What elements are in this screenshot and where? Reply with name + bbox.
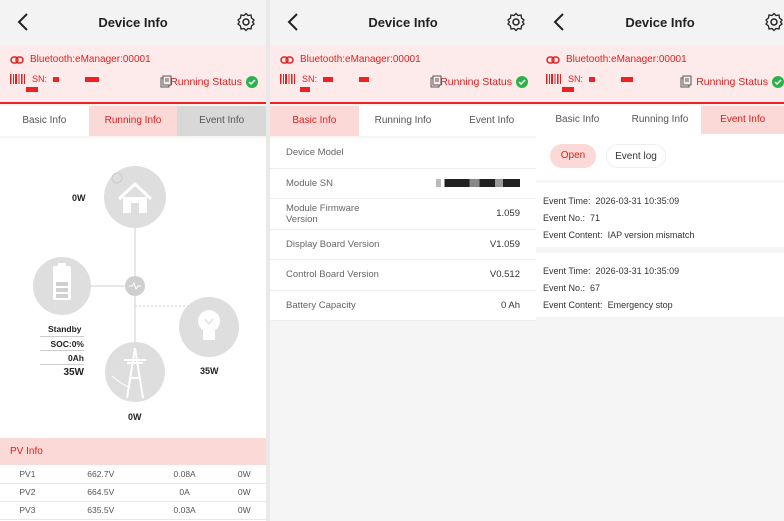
sn-label: SN: (302, 74, 318, 84)
link-icon (546, 55, 560, 64)
list-item: Module SN (270, 169, 536, 199)
redacted-block (85, 76, 100, 82)
pv-power-value: 0W (72, 193, 86, 203)
check-circle-icon (246, 76, 258, 88)
grid-power-value: 0W (128, 412, 142, 422)
sn-label: SN: (32, 74, 48, 84)
sn-label: SN: (568, 74, 584, 84)
lightbulb-icon (179, 297, 239, 357)
tab-bar: Basic Info Running Info Event Info (536, 106, 784, 134)
redacted-block (589, 76, 596, 82)
event-card: Event Time: 2026-03-31 10:35:09 Event No… (536, 183, 784, 247)
tab-basic-info[interactable]: Basic Info (536, 106, 619, 134)
panel-basic-info: Device Info Bluetooth:eManager:00001 SN:… (270, 0, 536, 521)
device-info-banner: Bluetooth:eManager:00001 SN: Running Sta… (0, 46, 266, 104)
list-item: Control Board Version V0.512 (270, 260, 536, 291)
list-item: Device Model (270, 138, 536, 169)
pv-info-section: PV Info PV1 662.7V 0.08A 0W PV2 664.5V 0A 0W P… (0, 438, 266, 521)
barcode-icon (10, 74, 25, 84)
battery-ah: 0Ah (40, 350, 84, 363)
gear-icon[interactable] (506, 12, 526, 32)
tab-running-info[interactable]: Running Info (619, 106, 702, 134)
battery-soc: SOC:0% (40, 336, 84, 349)
device-info-banner: Bluetooth:eManager:00001 SN: Running Sta… (270, 46, 536, 104)
tab-event-info[interactable]: Event Info (177, 106, 266, 136)
tab-bar: Basic Info Running Info Event Info (270, 106, 536, 136)
redacted-block (53, 76, 60, 82)
page-title: Device Info (98, 15, 168, 30)
event-time: 2026-03-31 10:35:09 (595, 266, 680, 276)
panel-running-info: Device Info Bluetooth:eManager:00001 SN:… (0, 0, 266, 521)
event-no: 67 (590, 283, 601, 293)
check-circle-icon (772, 76, 784, 88)
page-title: Device Info (368, 15, 438, 30)
energy-flow-svg (33, 166, 239, 402)
link-icon (280, 55, 294, 64)
list-item: Display Board Version V1.059 (270, 230, 536, 260)
event-time: 2026-03-31 10:35:09 (595, 196, 680, 206)
redacted-block (26, 87, 38, 92)
barcode-icon (546, 74, 561, 84)
battery-icon (33, 257, 91, 315)
pv-info-table: PV1 662.7V 0.08A 0W PV2 664.5V 0A 0W PV3 635.5V… (0, 465, 266, 520)
redacted-block (300, 87, 310, 92)
battery-power: 35W (40, 364, 84, 378)
open-filter-button[interactable]: Open (550, 144, 596, 168)
panel-event-info: Device Info Bluetooth:eManager:00001 SN:… (536, 0, 784, 521)
copy-icon[interactable] (680, 75, 692, 88)
running-status-label: Running Status (440, 76, 512, 88)
redacted-block (621, 76, 634, 82)
redacted-block (562, 87, 574, 92)
table-row: PV3 635.5V 0.03A 0W (0, 501, 266, 520)
redacted-block (359, 76, 370, 82)
redacted-block (323, 76, 334, 82)
event-content: Emergency stop (607, 300, 673, 310)
tab-running-info[interactable]: Running Info (88, 106, 178, 136)
running-status-label: Running Status (170, 76, 242, 88)
tab-event-info[interactable]: Event Info (447, 106, 536, 136)
redacted-block (436, 179, 520, 188)
header: Device Info (270, 0, 536, 46)
tab-event-info[interactable]: Event Info (701, 106, 784, 134)
check-circle-icon (516, 76, 528, 88)
header: Device Info (536, 0, 784, 46)
list-item: Battery Capacity 0 Ah (270, 291, 536, 321)
bluetooth-label: Bluetooth:eManager:00001 (566, 54, 687, 65)
table-row: PV1 662.7V 0.08A 0W (0, 465, 266, 484)
table-row: PV2 664.5V 0A 0W (0, 483, 266, 502)
event-card: Event Time: 2026-03-31 10:35:09 Event No… (536, 253, 784, 317)
event-no: 71 (590, 213, 601, 223)
battery-status: Standby (48, 324, 82, 334)
header: Device Info (0, 0, 266, 46)
running-status-label: Running Status (696, 76, 768, 88)
gear-icon[interactable] (236, 12, 256, 32)
tab-basic-info[interactable]: Basic Info (0, 106, 89, 136)
basic-info-list: Device Model Module SN Module Firmware V… (270, 138, 536, 321)
load-power-value: 35W (200, 366, 219, 376)
list-item: Module Firmware Version 1.059 (270, 199, 536, 230)
grid-tower-icon (105, 342, 165, 402)
bluetooth-label: Bluetooth:eManager:00001 (300, 54, 421, 65)
page-title: Device Info (625, 15, 695, 30)
house-icon (104, 166, 166, 228)
energy-flow-diagram: 0W Standby SOC:0% 0Ah 35W 35W 0W (0, 138, 266, 438)
bluetooth-label: Bluetooth:eManager:00001 (30, 54, 151, 65)
barcode-icon (280, 74, 295, 84)
event-log-button[interactable]: Event log (606, 144, 666, 168)
device-info-banner: Bluetooth:eManager:00001 SN: Running Sta… (536, 46, 784, 104)
inverter-node-icon (125, 276, 145, 296)
gear-icon[interactable] (764, 12, 784, 32)
pv-info-title: PV Info (0, 438, 266, 465)
tab-running-info[interactable]: Running Info (359, 106, 448, 136)
tab-bar: Basic Info Running Info Event Info (0, 106, 266, 136)
event-filter-bar: Open Event log (536, 134, 784, 180)
event-content: IAP version mismatch (607, 230, 695, 240)
link-icon (10, 55, 24, 64)
tab-basic-info[interactable]: Basic Info (270, 106, 359, 136)
